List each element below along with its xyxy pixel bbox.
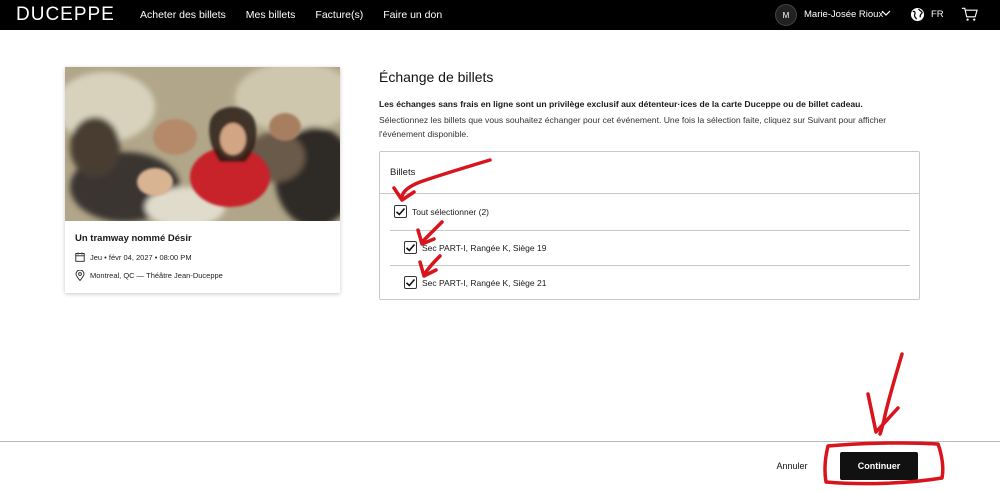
select-all-row[interactable]: Tout sélectionner (2) — [394, 205, 489, 218]
continue-button[interactable]: Continuer — [840, 452, 918, 480]
divider — [390, 265, 910, 266]
exchange-notice: Les échanges sans frais en ligne sont un… — [379, 99, 863, 109]
ticket-checkbox[interactable] — [404, 276, 417, 289]
user-menu-name[interactable]: Marie-Josée Rioux — [804, 9, 883, 20]
ticket-label[interactable]: Sec PART-I, Rangée K, Siège 21 — [422, 278, 546, 288]
event-location: Montreal, QC — Théâtre Jean-Duceppe — [90, 271, 223, 280]
main-nav: Acheter des billets Mes billets Facture(… — [140, 0, 462, 30]
check-icon — [395, 207, 406, 216]
duceppe-logo[interactable]: DUCEPPE — [16, 4, 115, 26]
ticket-checkbox[interactable] — [404, 241, 417, 254]
tickets-box: Billets Tout sélectionner (2) Sec PART-I… — [379, 151, 920, 300]
event-location-row: Montreal, QC — Théâtre Jean-Duceppe — [75, 270, 223, 281]
chevron-down-icon[interactable] — [881, 8, 891, 18]
ticket-row[interactable]: Sec PART-I, Rangée K, Siège 19 — [404, 241, 546, 254]
nav-buy-tickets[interactable]: Acheter des billets — [140, 9, 226, 21]
annotation-arrow — [878, 352, 904, 436]
cancel-button[interactable]: Annuler — [765, 455, 819, 477]
footer-divider — [0, 441, 1000, 442]
nav-my-tickets[interactable]: Mes billets — [246, 9, 296, 21]
nav-invoices[interactable]: Facture(s) — [315, 9, 363, 21]
event-date-row: Jeu • févr 04, 2027 • 08:00 PM — [75, 252, 192, 262]
avatar[interactable]: M — [775, 4, 797, 26]
select-all-label[interactable]: Tout sélectionner (2) — [412, 207, 489, 217]
calendar-icon — [75, 252, 85, 262]
tickets-heading: Billets — [390, 167, 416, 178]
ticket-label[interactable]: Sec PART-I, Rangée K, Siège 19 — [422, 243, 546, 253]
divider — [380, 193, 919, 194]
annotation-arrow — [866, 392, 900, 434]
event-date: Jeu • févr 04, 2027 • 08:00 PM — [90, 252, 192, 262]
divider — [390, 230, 910, 231]
page-title: Échange de billets — [379, 69, 494, 85]
globe-icon[interactable] — [910, 7, 925, 22]
nav-donate[interactable]: Faire un don — [383, 9, 442, 21]
check-icon — [405, 278, 416, 287]
event-title: Un tramway nommé Désir — [75, 233, 192, 244]
location-pin-icon — [75, 270, 85, 281]
event-card: Un tramway nommé Désir Jeu • févr 04, 20… — [65, 67, 340, 293]
event-photo — [65, 67, 340, 221]
check-icon — [405, 243, 416, 252]
top-navigation-bar: DUCEPPE Acheter des billets Mes billets … — [0, 0, 1000, 30]
ticket-row[interactable]: Sec PART-I, Rangée K, Siège 21 — [404, 276, 546, 289]
cart-icon[interactable] — [961, 6, 978, 22]
language-selector[interactable]: FR — [931, 9, 944, 20]
select-all-checkbox[interactable] — [394, 205, 407, 218]
exchange-instructions: Sélectionnez les billets que vous souhai… — [379, 115, 887, 139]
